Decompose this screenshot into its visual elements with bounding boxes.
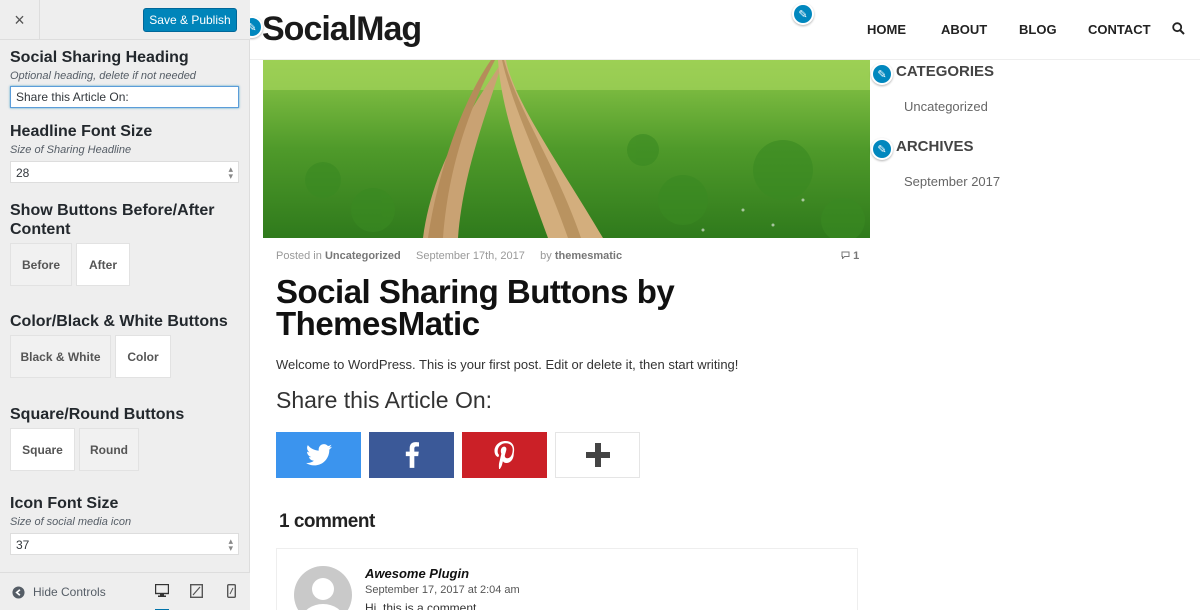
nav-about[interactable]: ABOUT	[941, 22, 987, 37]
categories-widget-title: CATEGORIES	[896, 63, 995, 80]
nav-home[interactable]: HOME	[867, 22, 906, 37]
pinterest-share-button[interactable]	[462, 432, 547, 478]
archives-widget-title: ARCHIVES	[896, 138, 974, 155]
stepper-icon[interactable]: ▴ ▾	[228, 537, 233, 553]
plus-icon	[585, 443, 610, 467]
input-value: 37	[16, 538, 30, 552]
hide-controls-label: Hide Controls	[33, 585, 106, 599]
customizer-controls: Social Sharing Heading Optional heading,…	[0, 40, 250, 572]
color-option-button[interactable]: Color	[115, 335, 171, 378]
post-meta: Posted in Uncategorized September 17th, …	[276, 250, 622, 262]
round-option-button[interactable]: Round	[79, 428, 139, 471]
post-title: Social Sharing Buttons by ThemesMatic	[276, 273, 675, 342]
comment-item: Awesome Plugin September 17, 2017 at 2:0…	[276, 548, 858, 610]
archive-link[interactable]: September 2017	[904, 174, 1000, 189]
color-buttons-control: Color/Black & White Buttons Black & Whit…	[10, 312, 228, 378]
edit-widget-pencil-icon[interactable]: ✎	[871, 63, 893, 85]
control-title: Icon Font Size	[10, 495, 119, 512]
icon-font-size-control: Icon Font Size Size of social media icon…	[10, 494, 239, 555]
save-publish-button[interactable]: Save & Publish	[143, 8, 237, 32]
comment-count-link[interactable]: 1	[841, 250, 859, 262]
edit-widget-pencil-icon[interactable]: ✎	[871, 138, 893, 160]
collapse-arrow-icon	[12, 585, 25, 599]
pinterest-icon	[494, 441, 514, 469]
comment-author[interactable]: Awesome Plugin	[365, 566, 469, 581]
hide-controls-button[interactable]: Hide Controls	[12, 585, 106, 599]
control-title: Square/Round Buttons	[10, 406, 185, 423]
sharing-heading-control: Social Sharing Heading Optional heading,…	[10, 48, 239, 108]
post-category-link[interactable]: Uncategorized	[325, 250, 401, 262]
site-preview: ✎ SocialMag ✎ HOME ABOUT BLOG CONTACT Po…	[250, 0, 1200, 610]
sharing-heading-input[interactable]	[10, 86, 239, 108]
close-icon[interactable]: ×	[0, 0, 40, 40]
control-title: Headline Font Size	[10, 123, 153, 140]
customizer-footer: Hide Controls	[0, 572, 250, 610]
control-title: Social Sharing Heading	[10, 49, 189, 66]
facebook-icon	[405, 442, 419, 468]
comment-bubble-icon	[841, 250, 853, 262]
control-description: Size of Sharing Headline	[10, 144, 132, 156]
input-value: 28	[16, 166, 30, 180]
customizer-header: × Save & Publish	[0, 0, 250, 40]
site-header: ✎ SocialMag ✎ HOME ABOUT BLOG CONTACT	[250, 0, 1200, 60]
icon-font-size-input[interactable]: 37 ▴ ▾	[10, 533, 239, 555]
buttons-position-control: Show Buttons Before/After Content Before…	[10, 201, 239, 286]
desktop-icon[interactable]	[154, 583, 170, 610]
control-description: Optional heading, delete if not needed	[10, 70, 196, 82]
comment-date[interactable]: September 17, 2017 at 2:04 am	[365, 584, 520, 596]
nav-blog[interactable]: BLOG	[1019, 22, 1057, 37]
headline-font-size-input[interactable]: 28 ▴ ▾	[10, 161, 239, 183]
black-white-option-button[interactable]: Black & White	[10, 335, 111, 378]
category-link[interactable]: Uncategorized	[904, 99, 988, 114]
before-option-button[interactable]: Before	[10, 243, 72, 286]
customizer-sidebar: × Save & Publish Social Sharing Heading …	[0, 0, 250, 610]
control-title: Show Buttons Before/After Content	[10, 202, 215, 238]
comment-count: 1	[853, 250, 860, 262]
facebook-share-button[interactable]	[369, 432, 454, 478]
control-description: Size of social media icon	[10, 516, 132, 528]
avatar	[294, 566, 352, 610]
after-option-button[interactable]: After	[76, 243, 130, 286]
featured-image	[263, 60, 870, 238]
more-share-button[interactable]	[555, 432, 640, 478]
tablet-icon[interactable]	[189, 583, 204, 601]
square-option-button[interactable]: Square	[10, 428, 75, 471]
headline-font-size-control: Headline Font Size Size of Sharing Headl…	[10, 122, 239, 183]
twitter-icon	[305, 444, 332, 466]
by-label: by	[540, 250, 552, 262]
nav-contact[interactable]: CONTACT	[1088, 22, 1151, 37]
post-author-link[interactable]: themesmatic	[555, 250, 622, 262]
search-icon[interactable]	[1172, 22, 1185, 40]
posted-in-label: Posted in	[276, 250, 322, 262]
shape-buttons-control: Square/Round Buttons Square Round	[10, 405, 184, 471]
control-title: Color/Black & White Buttons	[10, 313, 228, 330]
mobile-icon[interactable]	[226, 583, 236, 601]
post-content: Welcome to WordPress. This is your first…	[276, 357, 739, 372]
stepper-icon[interactable]: ▴ ▾	[228, 165, 233, 181]
twitter-share-button[interactable]	[276, 432, 361, 478]
comment-text: Hi, this is a comment.	[365, 601, 480, 610]
site-logo[interactable]: SocialMag	[262, 10, 422, 49]
comments-title: 1 comment	[279, 511, 375, 532]
share-heading: Share this Article On:	[276, 387, 493, 413]
edit-menu-pencil-icon[interactable]: ✎	[792, 3, 814, 25]
post-date: September 17th, 2017	[416, 250, 525, 262]
